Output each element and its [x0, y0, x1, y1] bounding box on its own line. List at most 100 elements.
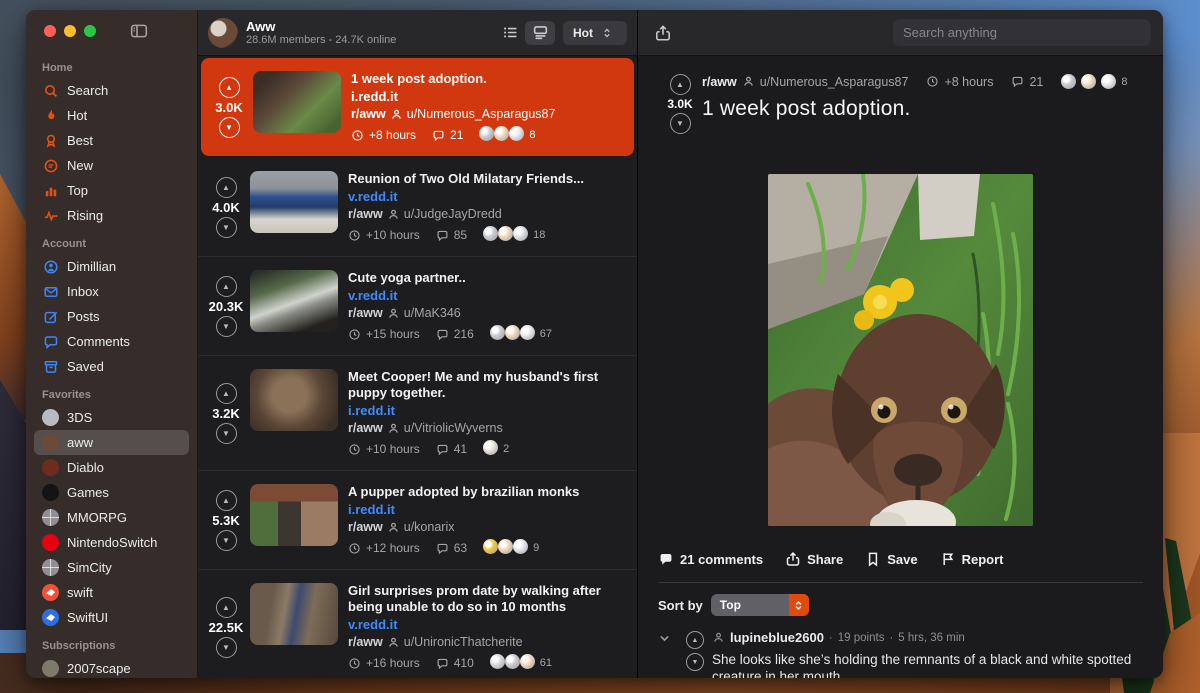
post-subreddit[interactable]: r/aww: [348, 635, 383, 649]
downvote-button[interactable]: ▼: [216, 530, 237, 551]
post-thumbnail[interactable]: [250, 369, 338, 431]
sidebar-item-saved[interactable]: Saved: [34, 354, 189, 379]
award-hamster-icon: [483, 440, 498, 455]
share-button[interactable]: Share: [785, 551, 843, 567]
sidebar-item-inbox[interactable]: Inbox: [34, 279, 189, 304]
post-row[interactable]: ▲ 4.0K ▼ Reunion of Two Old Milatary Fri…: [198, 158, 637, 257]
sidebar-item-nintendoswitch[interactable]: NintendoSwitch: [34, 530, 189, 555]
post-domain[interactable]: i.redd.it: [351, 89, 624, 104]
post-author[interactable]: u/VitriolicWyverns: [404, 421, 503, 435]
sidebar-item-3ds[interactable]: 3DS: [34, 405, 189, 430]
sidebar-item-diablo[interactable]: Diablo: [34, 455, 189, 480]
post-subreddit[interactable]: r/aww: [348, 207, 383, 221]
zoom-window-button[interactable]: [84, 25, 96, 37]
post-thumbnail[interactable]: [253, 71, 341, 133]
sidebar-item-games[interactable]: Games: [34, 480, 189, 505]
comment-downvote-button[interactable]: ▼: [686, 653, 704, 671]
downvote-button[interactable]: ▼: [216, 423, 237, 444]
comment-sort-dropdown[interactable]: Top: [711, 594, 809, 616]
share-icon[interactable]: [654, 24, 672, 42]
post-thumbnail[interactable]: [250, 484, 338, 546]
list-view-button[interactable]: [495, 21, 525, 45]
minimize-window-button[interactable]: [64, 25, 76, 37]
downvote-button[interactable]: ▼: [216, 637, 237, 658]
post-row[interactable]: ▲ 20.3K ▼ Cute yoga partner.. v.redd.it …: [198, 257, 637, 356]
detail-author[interactable]: u/Numerous_Asparagus87: [760, 75, 909, 89]
clock-icon: [926, 75, 939, 88]
post-row[interactable]: ▲ 3.0K ▼ 1 week post adoption. i.redd.it…: [201, 58, 634, 156]
upvote-button[interactable]: ▲: [216, 490, 237, 511]
post-author[interactable]: u/JudgeJayDredd: [404, 207, 502, 221]
sidebar-item-hot[interactable]: Hot: [34, 103, 189, 128]
post-domain[interactable]: i.redd.it: [348, 502, 627, 517]
sidebar-item-top[interactable]: Top: [34, 178, 189, 203]
comment-bubble-icon: [436, 657, 449, 670]
sidebar-item-aww[interactable]: aww: [34, 430, 189, 455]
post-awards: [490, 654, 535, 672]
detail-downvote-button[interactable]: ▼: [670, 113, 691, 134]
upvote-button[interactable]: ▲: [219, 77, 240, 98]
sidebar-item-best[interactable]: Best: [34, 128, 189, 153]
report-button[interactable]: Report: [940, 551, 1004, 567]
save-button[interactable]: Save: [865, 551, 917, 567]
sidebar-item-dimillian[interactable]: Dimillian: [34, 254, 189, 279]
comment-upvote-button[interactable]: ▲: [686, 631, 704, 649]
detail-subreddit[interactable]: r/aww: [702, 75, 737, 89]
detail-upvote-button[interactable]: ▲: [670, 74, 691, 95]
sidebar-item-new[interactable]: New: [34, 153, 189, 178]
post-row[interactable]: ▲ 3.2K ▼ Meet Cooper! Me and my husband'…: [198, 356, 637, 471]
comment-author[interactable]: lupineblue2600: [730, 630, 824, 645]
sidebar-item-swift[interactable]: swift: [34, 580, 189, 605]
sidebar-item-search[interactable]: Search: [34, 78, 189, 103]
sidebar-toggle-icon[interactable]: [130, 22, 148, 40]
downvote-button[interactable]: ▼: [216, 217, 237, 238]
post-author[interactable]: u/konarix: [404, 520, 455, 534]
post-awards: [483, 440, 498, 458]
sidebar-item-rising[interactable]: Rising: [34, 203, 189, 228]
post-subreddit[interactable]: r/aww: [348, 421, 383, 435]
sidebar-item-comments[interactable]: Comments: [34, 329, 189, 354]
post-domain[interactable]: v.redd.it: [348, 189, 627, 204]
post-subreddit[interactable]: r/aww: [348, 520, 383, 534]
post-domain[interactable]: v.redd.it: [348, 288, 627, 303]
downvote-button[interactable]: ▼: [219, 117, 240, 138]
upvote-button[interactable]: ▲: [216, 597, 237, 618]
post-byline: r/aww u/Numerous_Asparagus87: [351, 107, 624, 121]
upvote-button[interactable]: ▲: [216, 383, 237, 404]
card-view-button[interactable]: [525, 21, 555, 45]
post-row[interactable]: ▲ 5.3K ▼ A pupper adopted by brazilian m…: [198, 471, 637, 570]
sidebar-item-posts[interactable]: Posts: [34, 304, 189, 329]
post-domain[interactable]: v.redd.it: [348, 617, 627, 632]
post-subreddit[interactable]: r/aww: [348, 306, 383, 320]
sidebar-item-simcity[interactable]: SimCity: [34, 555, 189, 580]
post-domain[interactable]: i.redd.it: [348, 403, 627, 418]
upvote-button[interactable]: ▲: [216, 177, 237, 198]
post-awards: [483, 226, 528, 244]
post-author[interactable]: u/UnironicThatcherite: [404, 635, 523, 649]
sidebar-section: Home Search Hot Best New Top Rising: [34, 62, 189, 228]
sidebar-item-2007scape[interactable]: 2007scape: [34, 656, 189, 678]
downvote-button[interactable]: ▼: [216, 316, 237, 337]
upvote-button[interactable]: ▲: [216, 276, 237, 297]
feed-sort-dropdown[interactable]: Hot: [563, 21, 627, 45]
globe-avatar-icon: [42, 509, 59, 526]
sidebar-item-swiftui[interactable]: SwiftUI: [34, 605, 189, 630]
comments-button[interactable]: 21 comments: [658, 551, 763, 567]
close-window-button[interactable]: [44, 25, 56, 37]
post-thumbnail[interactable]: [250, 270, 338, 332]
search-input[interactable]: [903, 25, 1141, 40]
post-thumbnail[interactable]: [250, 171, 338, 233]
person-icon: [390, 108, 403, 121]
sidebar-item-mmorpg[interactable]: MMORPG: [34, 505, 189, 530]
award-silver-icon: [479, 126, 494, 141]
post-subreddit[interactable]: r/aww: [351, 107, 386, 121]
post-thumbnail[interactable]: [250, 583, 338, 645]
collapse-comment-icon[interactable]: [658, 630, 678, 678]
clock-icon: [348, 328, 361, 341]
post-row[interactable]: ▲ 22.5K ▼ Girl surprises prom date by wa…: [198, 570, 637, 678]
post-author[interactable]: u/Numerous_Asparagus87: [407, 107, 556, 121]
post-author[interactable]: u/MaK346: [404, 306, 461, 320]
search-box[interactable]: [893, 19, 1151, 46]
post-image[interactable]: [768, 174, 1033, 526]
post-score: 5.3K: [212, 513, 239, 528]
